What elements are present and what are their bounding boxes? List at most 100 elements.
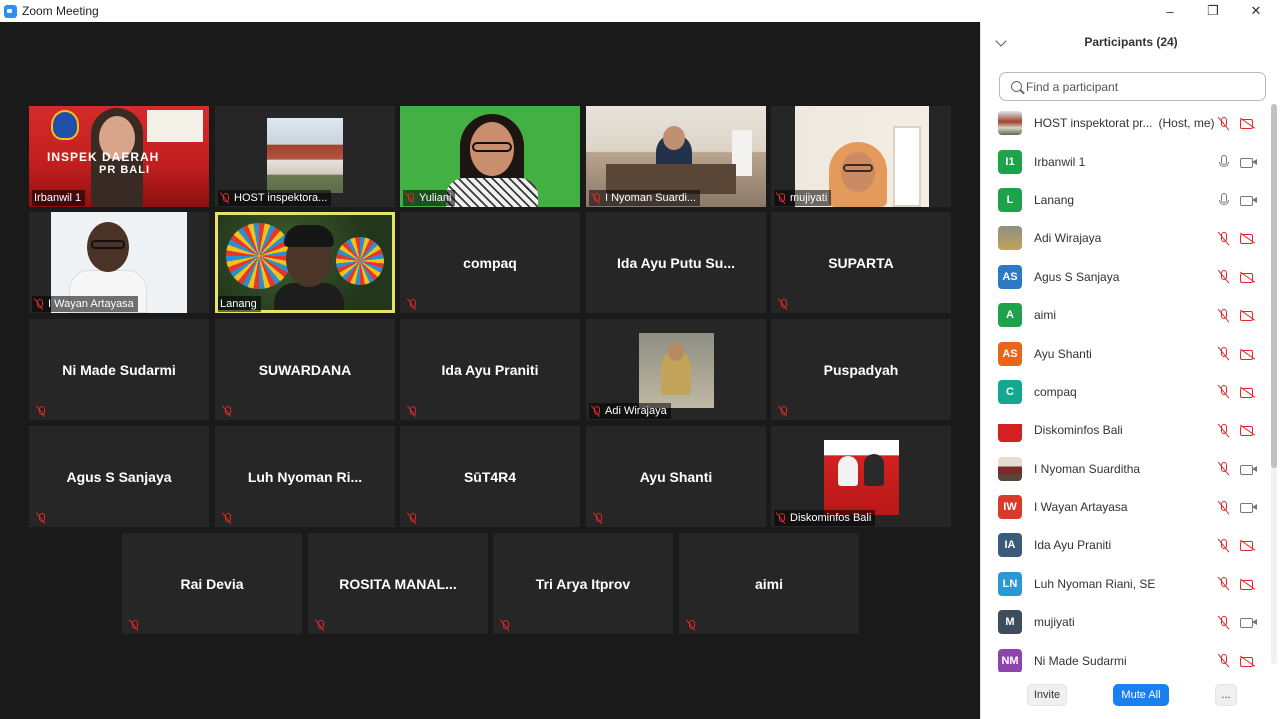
participant-row[interactable]: Aaimi [981, 296, 1267, 334]
video-off-icon[interactable] [1240, 539, 1257, 552]
avatar: AS [998, 341, 1022, 366]
video-off-icon[interactable] [1240, 271, 1257, 283]
participant-status-icons [1217, 269, 1257, 284]
mic-muted-icon[interactable] [1217, 576, 1230, 591]
mic-muted-icon[interactable] [1217, 615, 1230, 630]
video-tile[interactable]: Agus S Sanjaya [29, 426, 209, 527]
participant-name: Diskominfos Bali [1034, 423, 1123, 437]
participant-row[interactable]: L Lanang [981, 181, 1267, 219]
mic-muted-icon [776, 192, 786, 204]
participant-name: SūT4R4 [463, 468, 517, 485]
mic-muted-icon[interactable] [1217, 308, 1230, 323]
video-tile[interactable]: Ayu Shanti [586, 426, 766, 527]
mic-muted-icon[interactable] [1217, 500, 1230, 515]
video-tile[interactable]: ROSITA MANAL... [308, 533, 488, 634]
video-tile-active-speaker[interactable]: Lanang [215, 212, 395, 313]
scrollbar[interactable] [1271, 104, 1277, 664]
video-off-icon[interactable] [1240, 117, 1257, 130]
mic-muted-icon[interactable] [1217, 461, 1230, 476]
participant-row[interactable]: Diskominfos Bali [981, 411, 1267, 449]
more-options-button[interactable]: ... [1215, 684, 1237, 706]
video-off-icon[interactable] [1240, 348, 1257, 360]
video-tile[interactable]: Yuliani [400, 106, 580, 207]
participant-row[interactable]: I1 Irbanwil 1 [981, 142, 1267, 180]
video-off-icon[interactable] [1240, 424, 1257, 437]
invite-button[interactable]: Invite [1027, 684, 1067, 706]
mic-muted-icon [222, 405, 232, 417]
participant-status-icons [1217, 192, 1257, 207]
participant-name: Lanang [1034, 193, 1074, 207]
participant-row[interactable]: AS Agus S Sanjaya [981, 258, 1267, 296]
close-button[interactable]: ✕ [1236, 0, 1276, 22]
video-off-icon[interactable] [1240, 655, 1257, 667]
participant-row[interactable]: Ccompaq [981, 373, 1267, 411]
video-icon[interactable] [1240, 194, 1257, 206]
video-tile[interactable]: SUWARDANA [215, 319, 395, 420]
video-icon[interactable] [1240, 616, 1257, 629]
avatar: M [998, 610, 1022, 635]
mic-icon[interactable] [1217, 154, 1230, 169]
video-icon[interactable] [1240, 156, 1257, 168]
video-tile[interactable]: HOST inspektora... [215, 106, 395, 207]
participant-row[interactable]: LN Luh Nyoman Riani, SE [981, 565, 1267, 603]
participant-status-icons [1217, 346, 1257, 361]
mic-muted-icon[interactable] [1217, 269, 1230, 284]
participant-name: Irbanwil 1 [1034, 155, 1085, 169]
video-tile[interactable]: SUPARTA [771, 212, 951, 313]
restore-button[interactable]: ❐ [1193, 0, 1233, 22]
zoom-logo-icon [4, 4, 17, 18]
mic-muted-icon[interactable] [1217, 116, 1230, 131]
mic-muted-icon[interactable] [1217, 384, 1230, 399]
participant-row[interactable]: IW I Wayan Artayasa [981, 488, 1267, 526]
video-icon[interactable] [1240, 463, 1257, 475]
video-tile[interactable]: Ida Ayu Praniti [400, 319, 580, 420]
participant-row[interactable]: HOST inspektorat pr... (Host, me) [981, 104, 1267, 142]
background-fan [336, 237, 384, 285]
video-tile[interactable]: Adi Wirajaya [586, 319, 766, 420]
mute-all-button[interactable]: Mute All [1113, 684, 1169, 706]
video-tile[interactable]: INSPEK DAERAH PR BALI Irbanwil 1 [29, 106, 209, 207]
video-tile[interactable]: Puspadyah [771, 319, 951, 420]
video-tile[interactable]: mujiyati [771, 106, 951, 207]
video-tile[interactable]: compaq [400, 212, 580, 313]
scrollbar-thumb[interactable] [1271, 104, 1277, 468]
search-input[interactable] [1026, 79, 1246, 94]
video-tile[interactable]: Diskominfos Bali [771, 426, 951, 527]
video-tile[interactable]: SūT4R4 [400, 426, 580, 527]
video-tile[interactable]: I Wayan Artayasa [29, 212, 209, 313]
video-tile[interactable]: I Nyoman Suardi... [586, 106, 766, 207]
video-tile[interactable]: Rai Devia [122, 533, 302, 634]
mic-muted-icon[interactable] [1217, 653, 1230, 668]
participant-name-text: HOST inspektorat pr... [1034, 116, 1153, 131]
participant-row[interactable]: IA Ida Ayu Praniti [981, 526, 1267, 564]
participant-row[interactable]: I Nyoman Suarditha [981, 450, 1267, 488]
video-tile[interactable]: Tri Arya Itprov [493, 533, 673, 634]
mic-muted-icon [407, 405, 417, 417]
participant-name: aimi [1034, 308, 1056, 322]
video-icon[interactable] [1240, 501, 1257, 514]
video-off-icon[interactable] [1240, 232, 1257, 245]
participant-name-text: Agus S Sanjaya [1034, 269, 1120, 284]
participant-row[interactable]: Adi Wirajaya [981, 219, 1267, 257]
avatar: NM [998, 648, 1022, 672]
participant-row[interactable]: Mmujiyati [981, 603, 1267, 641]
mic-muted-icon[interactable] [1217, 538, 1230, 553]
video-off-icon[interactable] [1240, 578, 1257, 590]
mic-icon[interactable] [1217, 192, 1230, 207]
emblem-icon [51, 110, 79, 140]
video-tile[interactable]: Luh Nyoman Ri... [215, 426, 395, 527]
participant-name-text: compaq [1034, 384, 1077, 399]
video-off-icon[interactable] [1240, 309, 1257, 322]
mic-muted-icon[interactable] [1217, 423, 1230, 438]
mic-muted-icon [129, 619, 139, 631]
mic-muted-icon[interactable] [1217, 231, 1230, 246]
participant-search[interactable] [999, 72, 1266, 101]
mic-muted-icon[interactable] [1217, 346, 1230, 361]
video-tile[interactable]: aimi [679, 533, 859, 634]
participant-row[interactable]: NM Ni Made Sudarmi [981, 641, 1267, 672]
minimize-button[interactable]: – [1150, 0, 1190, 22]
participant-row[interactable]: AS Ayu Shanti [981, 334, 1267, 372]
video-tile[interactable]: Ida Ayu Putu Su... [586, 212, 766, 313]
video-tile[interactable]: Ni Made Sudarmi [29, 319, 209, 420]
video-off-icon[interactable] [1240, 386, 1257, 398]
